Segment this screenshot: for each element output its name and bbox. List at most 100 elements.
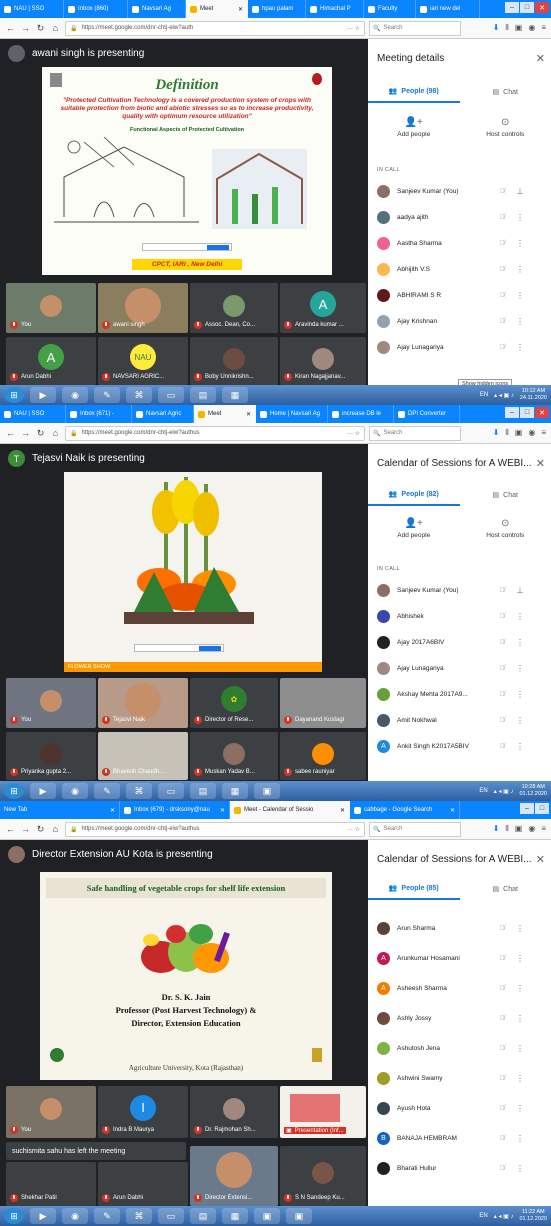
list-item[interactable]: Ashwini Swamy 🎙̸ ⋮ <box>368 1066 551 1090</box>
library-icon[interactable]: ⫴ <box>505 428 508 438</box>
clock[interactable]: 11:22 AM 01.12.2020 <box>519 1209 547 1223</box>
more-options-icon[interactable]: ⋮ <box>511 317 529 326</box>
start-button[interactable]: ⊞ <box>4 783 24 799</box>
maximize-icon[interactable]: □ <box>520 2 534 13</box>
video-tile[interactable]: awani singh <box>98 283 188 333</box>
list-item[interactable]: Ashutosh Jena 🎙̸ ⋮ <box>368 1036 551 1060</box>
search-input[interactable]: 🔍 Search <box>369 20 461 36</box>
video-tile[interactable]: Muskan Yadav B... <box>190 732 278 780</box>
more-options-icon[interactable]: ⋮ <box>511 265 529 274</box>
account-icon[interactable]: ◉ <box>528 428 535 438</box>
list-item[interactable]: Amit Nokhwal 🎙̸ ⋮ <box>368 708 551 732</box>
back-icon[interactable]: ← <box>5 824 16 834</box>
folder-icon[interactable]: ▤ <box>190 1208 216 1224</box>
tray-icons[interactable]: ▴ ◂ ▣ ♪ <box>494 788 514 795</box>
tab-people[interactable]: 👥 People (98) <box>368 81 460 103</box>
window-app-icon[interactable]: ▣ <box>254 1208 280 1224</box>
close-tab-icon[interactable]: ✕ <box>340 807 345 814</box>
video-tile[interactable]: Arun Dabhi <box>98 1162 188 1206</box>
video-tile[interactable]: NAU NAVSARI AGRIC... <box>98 337 188 385</box>
url-bar[interactable]: 🔒 https://meet.google.com/dnr-chtj-eiw?au… <box>65 821 365 837</box>
close-tab-icon[interactable]: ✕ <box>246 411 251 418</box>
list-item[interactable]: aadya ajith 🎙̸ ⋮ <box>368 205 551 229</box>
list-item[interactable]: Abhijith V.S 🎙̸ ⋮ <box>368 257 551 281</box>
browser-tab[interactable]: iari new del <box>416 0 480 18</box>
video-tile[interactable]: A Aravinda kumar ... <box>280 283 366 333</box>
tab-people[interactable]: 👥 People (82) <box>368 484 460 506</box>
page-actions-icon[interactable]: ··· ☆ <box>347 826 360 833</box>
list-item[interactable]: A Asheesh Sharma 🎙̸ ⋮ <box>368 976 551 1000</box>
tray-icons[interactable]: ▴ ◂ ▣ ♪ <box>494 1213 514 1220</box>
video-tile[interactable]: ✿ Director of Rese... <box>190 678 278 728</box>
firefox-icon[interactable]: ◉ <box>62 1208 88 1224</box>
paint-app-icon[interactable]: ▦ <box>222 1208 248 1224</box>
tab-chat[interactable]: ▤ Chat <box>460 878 551 900</box>
video-tile-self[interactable]: You <box>6 678 96 728</box>
back-icon[interactable]: ← <box>5 23 16 33</box>
more-options-icon[interactable]: ⋮ <box>511 716 529 725</box>
browser-tab[interactable]: Inbox (671) - <box>66 405 132 423</box>
close-icon[interactable]: ✕ <box>536 853 545 866</box>
more-options-icon[interactable]: ⋮ <box>511 690 529 699</box>
video-tile[interactable]: Boby Unnikrishn... <box>190 337 278 385</box>
download-icon[interactable]: ⬇ <box>493 428 500 438</box>
more-options-icon[interactable]: ⋮ <box>511 1134 529 1143</box>
sidebar-icon[interactable]: ▣ <box>515 428 523 438</box>
more-options-icon[interactable]: ⋮ <box>511 984 529 993</box>
browser-tab[interactable]: NAU | SSO <box>0 0 64 18</box>
list-item[interactable]: Ajay Lunagariya 🎙̸ ⋮ <box>368 656 551 680</box>
close-tab-icon[interactable]: ✕ <box>220 807 225 814</box>
library-icon[interactable]: ⫴ <box>505 824 508 834</box>
minimize-icon[interactable]: – <box>505 407 519 418</box>
list-item[interactable]: Ajay 2017A6BIV 🎙̸ ⋮ <box>368 630 551 654</box>
media-player-icon[interactable]: ▶ <box>30 387 56 403</box>
video-tile-self[interactable]: You <box>6 1086 96 1138</box>
browser-tab-active[interactable]: Meet ✕ <box>186 0 248 18</box>
video-tile[interactable]: S N Sandeep Ku... <box>280 1146 366 1206</box>
url-bar[interactable]: 🔒 https://meet.google.com/dnr-chtj-eiw?au… <box>65 20 365 36</box>
add-people-button[interactable]: 👤+ Add people <box>368 518 460 539</box>
more-options-icon[interactable]: ⋮ <box>511 1164 529 1173</box>
pin-icon[interactable]: ⊥ <box>511 187 529 196</box>
list-item[interactable]: Aastha Sharma 🎙̸ ⋮ <box>368 231 551 255</box>
start-button[interactable]: ⊞ <box>4 387 24 403</box>
more-options-icon[interactable]: ⋮ <box>511 612 529 621</box>
list-item[interactable]: Ajay Lunagariya 🎙̸ ⋮ <box>368 335 551 359</box>
list-item[interactable]: A Ankit Singh K2017A5BIV 🎙̸ ⋮ <box>368 734 551 758</box>
forward-icon[interactable]: → <box>20 428 31 438</box>
folder-icon[interactable]: ▤ <box>190 783 216 799</box>
more-options-icon[interactable]: ⋮ <box>511 291 529 300</box>
firefox-icon[interactable]: ◉ <box>62 387 88 403</box>
close-tab-icon[interactable]: ✕ <box>110 807 115 814</box>
video-tile[interactable]: Bhavesh Chaudh... <box>98 732 188 780</box>
video-tile[interactable]: Assoc. Dean, Co... <box>190 283 278 333</box>
browser-tab[interactable]: Faculty <box>364 0 416 18</box>
video-tile[interactable]: Tejasvi Naik <box>98 678 188 728</box>
more-options-icon[interactable]: ⋮ <box>511 924 529 933</box>
home-icon[interactable]: ⌂ <box>50 23 61 33</box>
media-player-icon[interactable]: ▶ <box>30 783 56 799</box>
url-bar[interactable]: 🔒 https://meet.google.com/dnr-chtj-eiw?au… <box>65 425 365 441</box>
video-tile-presentation[interactable]: ▣ Presentation (Inf... <box>280 1086 366 1138</box>
close-window-icon[interactable]: ✕ <box>535 2 549 13</box>
clock[interactable]: 10:12 AM 24.11.2020 <box>520 388 547 402</box>
network-icon[interactable]: ⌘ <box>126 1208 152 1224</box>
browser-tab[interactable]: Navsari Ag <box>128 0 186 18</box>
minimize-icon[interactable]: – <box>505 2 519 13</box>
browser-tab-active[interactable]: Meet - Calendar of Sessio ✕ <box>230 801 350 819</box>
browser-tab[interactable]: cabbage - Google Search ✕ <box>350 801 460 819</box>
folder-icon[interactable]: ▤ <box>190 387 216 403</box>
browser-tab[interactable]: NAU | SSO <box>0 405 66 423</box>
more-options-icon[interactable]: ⋮ <box>511 638 529 647</box>
video-tile[interactable]: Dayanand Kustagi <box>280 678 366 728</box>
sidebar-icon[interactable]: ▣ <box>515 824 523 834</box>
network-icon[interactable]: ⌘ <box>126 783 152 799</box>
list-item[interactable]: Bharati Hullur 🎙̸ ⋮ <box>368 1156 551 1180</box>
browser-tab[interactable]: Inbox (860) <box>64 0 128 18</box>
browser-tab[interactable]: increase DB le <box>328 405 394 423</box>
close-tab-icon[interactable]: ✕ <box>450 807 455 814</box>
download-icon[interactable]: ⬇ <box>493 23 500 33</box>
sidebar-icon[interactable]: ▣ <box>515 23 523 33</box>
page-actions-icon[interactable]: ··· ☆ <box>347 430 360 437</box>
home-icon[interactable]: ⌂ <box>50 824 61 834</box>
